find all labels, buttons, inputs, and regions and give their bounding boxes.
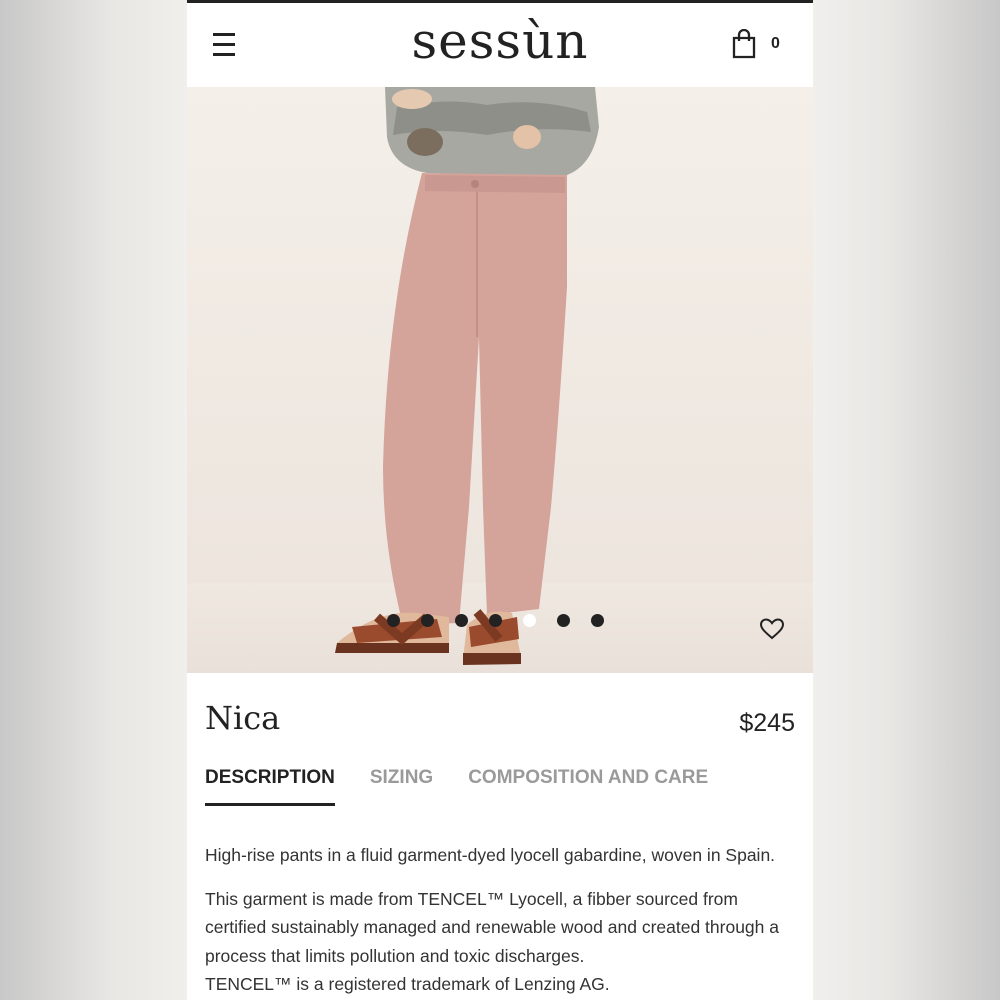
site-header: sessùn 0 (187, 3, 813, 87)
carousel-dot[interactable] (421, 614, 434, 627)
carousel-dot[interactable] (557, 614, 570, 627)
description-tencel: This garment is made from TENCEL™ Lyocel… (205, 888, 779, 966)
backdrop-left (0, 0, 187, 1000)
carousel-dot[interactable] (591, 614, 604, 627)
heart-icon (759, 618, 785, 640)
carousel-dot[interactable] (489, 614, 502, 627)
tab-description[interactable]: DESCRIPTION (205, 767, 335, 806)
product-price: $245 (739, 709, 795, 737)
carousel-dot[interactable] (523, 614, 536, 627)
brand-logo[interactable]: sessùn (187, 9, 813, 73)
product-name: Nica (205, 699, 281, 737)
description-trademark: TENCEL™ is a registered trademark of Len… (205, 974, 610, 994)
carousel-dots (387, 614, 604, 630)
product-image[interactable] (187, 87, 813, 673)
model-photo (335, 87, 599, 665)
description-text: High-rise pants in a fluid garment-dyed … (205, 841, 797, 999)
backdrop-right (813, 0, 1000, 1000)
product-tabs: DESCRIPTION SIZING COMPOSITION AND CARE (205, 767, 743, 806)
wishlist-button[interactable] (759, 617, 789, 645)
shopping-bag-icon (732, 28, 756, 59)
carousel-dot[interactable] (455, 614, 468, 627)
product-page: sessùn 0 Nica $245 DESCRIPTION SIZING CO… (187, 0, 813, 1000)
cart-count: 0 (771, 35, 780, 52)
tab-composition-and-care[interactable]: COMPOSITION AND CARE (468, 767, 708, 806)
description-intro: High-rise pants in a fluid garment-dyed … (205, 845, 776, 865)
cart-button[interactable]: 0 (731, 28, 791, 65)
tab-sizing[interactable]: SIZING (370, 767, 433, 806)
carousel-dot[interactable] (387, 614, 400, 627)
product-info: Nica $245 DESCRIPTION SIZING COMPOSITION… (187, 673, 813, 1000)
